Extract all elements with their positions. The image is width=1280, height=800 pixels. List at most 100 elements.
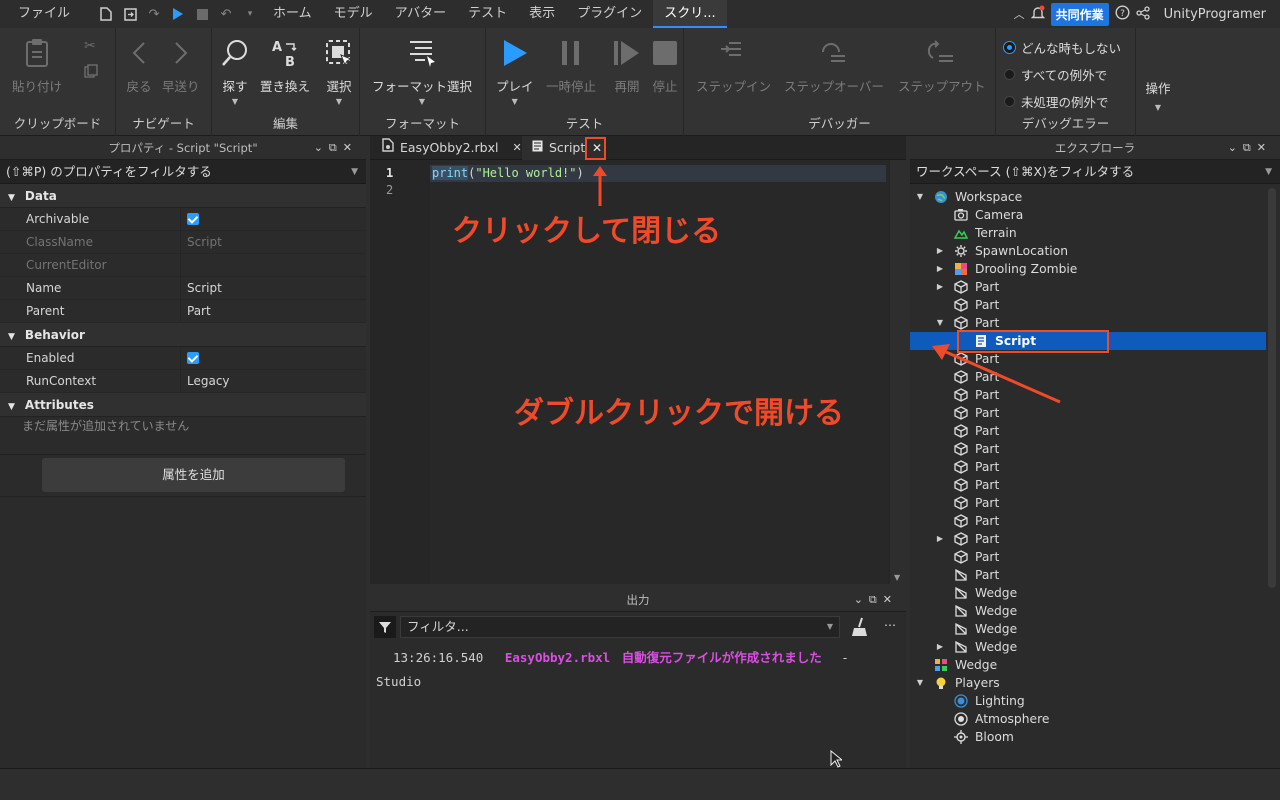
tree-item[interactable]: Part bbox=[910, 566, 1266, 584]
format-select-button[interactable]: フォーマット選択 ▼ bbox=[372, 36, 472, 106]
tree-item[interactable]: Bloom bbox=[910, 728, 1266, 746]
parent-value-field[interactable]: Part bbox=[181, 300, 211, 322]
tree-item[interactable]: Part bbox=[910, 512, 1266, 530]
tree-item[interactable]: Part bbox=[910, 440, 1266, 458]
tree-item[interactable]: Wedge bbox=[910, 602, 1266, 620]
new-file-icon[interactable] bbox=[95, 3, 117, 25]
tab-home[interactable]: ホーム bbox=[262, 0, 323, 28]
collapse-chevron-icon[interactable]: ︿ bbox=[1014, 6, 1025, 22]
close-icon[interactable]: ✕ bbox=[1257, 141, 1272, 154]
close-icon[interactable]: ✕ bbox=[343, 141, 358, 154]
tab-close-icon[interactable]: ✕ bbox=[512, 136, 521, 160]
tab-avatar[interactable]: アバター bbox=[384, 0, 457, 28]
redo-icon[interactable]: ↷ bbox=[143, 3, 165, 25]
step-out-button[interactable]: ステップアウト bbox=[898, 36, 986, 95]
help-icon[interactable]: ? bbox=[1115, 5, 1130, 23]
undock-icon[interactable]: ⧉ bbox=[869, 593, 883, 606]
filter-dropdown-icon[interactable]: ▼ bbox=[351, 160, 358, 184]
tree-item[interactable]: ▶ Part bbox=[910, 278, 1266, 296]
radio-all-exceptions[interactable]: すべての例外で bbox=[1004, 65, 1107, 84]
notification-bell-icon[interactable] bbox=[1030, 5, 1045, 23]
output-filter-funnel-icon[interactable] bbox=[374, 616, 396, 638]
tree-item[interactable]: Lighting bbox=[910, 692, 1266, 710]
enabled-checkbox[interactable] bbox=[187, 352, 199, 364]
tree-item[interactable]: ▼ Players bbox=[910, 674, 1266, 692]
collaborate-button[interactable]: 共同作業 bbox=[1050, 2, 1109, 26]
expand-down-arrow-icon[interactable]: ▼ bbox=[915, 188, 925, 206]
step-over-button[interactable]: ステップオーバー bbox=[784, 36, 884, 95]
actions-button[interactable]: 操作 ▼ bbox=[1140, 78, 1176, 112]
tab-easyobby[interactable]: EasyObby2.rbxl ✕ bbox=[382, 136, 522, 160]
section-data[interactable]: ▼ Data bbox=[0, 184, 366, 208]
open-file-icon[interactable] bbox=[119, 3, 141, 25]
tab-view[interactable]: 表示 bbox=[518, 0, 566, 28]
quick-stop-icon[interactable] bbox=[191, 3, 213, 25]
code-line-1[interactable]: print("Hello world!") bbox=[430, 165, 886, 182]
pause-button[interactable]: 一時停止 bbox=[546, 36, 596, 95]
play-button[interactable]: プレイ ▼ bbox=[496, 36, 534, 106]
expand-right-arrow-icon[interactable]: ▶ bbox=[935, 530, 945, 548]
forward-button[interactable]: 早送り bbox=[162, 36, 200, 95]
editor-scrollbar[interactable]: ▼ bbox=[890, 160, 906, 584]
close-icon[interactable]: ✕ bbox=[883, 593, 898, 606]
resume-button[interactable]: 再開 bbox=[610, 36, 644, 95]
menu-file[interactable]: ファイル bbox=[0, 0, 81, 28]
tree-item[interactable]: Part bbox=[910, 476, 1266, 494]
output-filter-input[interactable]: フィルタ... ▼ bbox=[400, 616, 840, 638]
output-more-icon[interactable]: ⋯ bbox=[884, 618, 896, 632]
replace-button[interactable]: AB 置き換え bbox=[260, 36, 310, 95]
cut-icon[interactable]: ✂ bbox=[84, 38, 96, 54]
scroll-down-arrow-icon[interactable]: ▼ bbox=[894, 573, 900, 582]
archivable-checkbox[interactable] bbox=[187, 213, 199, 225]
section-attributes[interactable]: ▼ Attributes bbox=[0, 393, 366, 417]
username-menu[interactable]: UnityProgramer bbox=[1164, 7, 1266, 22]
tab-test[interactable]: テスト bbox=[457, 0, 518, 28]
panel-menu-chevron-icon[interactable]: ⌄ bbox=[314, 141, 329, 154]
tree-item[interactable]: ▶ Drooling Zombie bbox=[910, 260, 1266, 278]
tree-item[interactable]: Atmosphere bbox=[910, 710, 1266, 728]
tree-item[interactable]: Part bbox=[910, 422, 1266, 440]
panel-menu-chevron-icon[interactable]: ⌄ bbox=[1228, 141, 1243, 154]
section-behavior[interactable]: ▼ Behavior bbox=[0, 323, 366, 347]
quick-play-icon[interactable] bbox=[167, 3, 189, 25]
tree-item[interactable]: ▶ Wedge bbox=[910, 638, 1266, 656]
tree-item[interactable]: ▶ SpawnLocation bbox=[910, 242, 1266, 260]
back-button[interactable]: 戻る bbox=[122, 36, 156, 95]
expand-down-arrow-icon[interactable]: ▼ bbox=[935, 314, 945, 332]
copy-icon[interactable] bbox=[84, 64, 98, 81]
tree-item[interactable]: Part bbox=[910, 548, 1266, 566]
undo-icon[interactable]: ↶ bbox=[215, 3, 237, 25]
tab-plugins[interactable]: プラグイン bbox=[566, 0, 653, 28]
radio-unhandled-exceptions[interactable]: 未処理の例外で bbox=[1004, 92, 1109, 111]
tree-item[interactable]: Part bbox=[910, 494, 1266, 512]
tree-item[interactable]: Wedge bbox=[910, 620, 1266, 638]
tree-item[interactable]: Part bbox=[910, 296, 1266, 314]
find-button[interactable]: 探す ▼ bbox=[218, 36, 252, 106]
share-icon[interactable] bbox=[1135, 5, 1150, 23]
undock-icon[interactable]: ⧉ bbox=[1243, 141, 1257, 154]
tab-model[interactable]: モデル bbox=[323, 0, 384, 28]
expand-right-arrow-icon[interactable]: ▶ bbox=[935, 242, 945, 260]
stop-button[interactable]: 停止 bbox=[648, 36, 682, 95]
filter-dropdown-icon[interactable]: ▼ bbox=[1265, 160, 1272, 184]
add-attribute-button[interactable]: 属性を追加 bbox=[42, 458, 345, 492]
runcontext-value-field[interactable]: Legacy bbox=[181, 370, 230, 392]
clear-output-broom-icon[interactable] bbox=[850, 616, 870, 641]
expand-right-arrow-icon[interactable]: ▶ bbox=[935, 260, 945, 278]
panel-menu-chevron-icon[interactable]: ⌄ bbox=[854, 593, 869, 606]
undock-icon[interactable]: ⧉ bbox=[329, 141, 343, 154]
tree-item[interactable]: Camera bbox=[910, 206, 1266, 224]
paste-button[interactable]: 貼り付け bbox=[12, 36, 62, 95]
explorer-scrollbar-thumb[interactable] bbox=[1268, 188, 1276, 588]
step-in-button[interactable]: ステップイン bbox=[696, 36, 771, 95]
tree-item[interactable]: ▼ Workspace bbox=[910, 188, 1266, 206]
tree-item[interactable]: Terrain bbox=[910, 224, 1266, 242]
select-button[interactable]: 選択 ▼ bbox=[322, 36, 356, 106]
expand-right-arrow-icon[interactable]: ▶ bbox=[935, 638, 945, 656]
tree-item[interactable]: Wedge bbox=[910, 584, 1266, 602]
explorer-filter-input[interactable]: ワークスペース (⇧⌘X)をフィルタする ▼ bbox=[910, 160, 1280, 184]
name-value-field[interactable]: Script bbox=[181, 277, 222, 299]
tree-item[interactable]: Part bbox=[910, 458, 1266, 476]
tree-item[interactable]: Wedge bbox=[910, 656, 1266, 674]
expand-right-arrow-icon[interactable]: ▶ bbox=[935, 278, 945, 296]
